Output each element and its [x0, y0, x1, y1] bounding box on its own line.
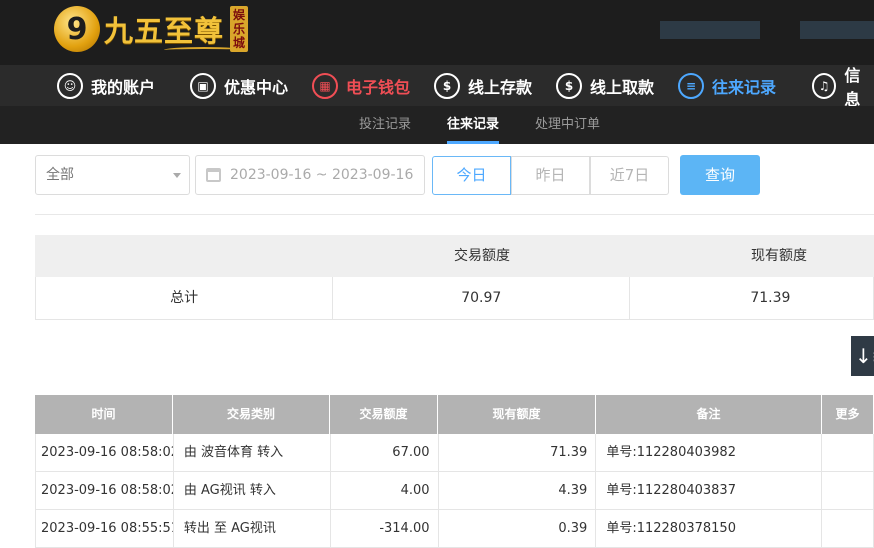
- main-nav: ☺ 我的账户 ▣ 优惠中心 ▦ 电子钱包 $ 线上存款 $ 线上取款 ≡ 往来记…: [0, 65, 874, 109]
- cell-amount: 4.00: [331, 472, 439, 509]
- summary-trade-amount: 70.97: [333, 277, 631, 319]
- nav-label: 往来记录: [712, 77, 777, 97]
- nav-item-withdraw[interactable]: $ 线上取款: [556, 65, 654, 106]
- query-button[interactable]: 查询: [680, 155, 760, 195]
- cell-type: 转出 至 AG视讯: [174, 510, 331, 547]
- nav-item-messages[interactable]: ♫ 信息: [812, 65, 874, 109]
- column-header: 交易类别: [173, 395, 330, 434]
- cell-balance: 4.39: [439, 472, 597, 509]
- date-range-value: 2023-09-16 ~ 2023-09-16: [230, 167, 414, 183]
- tab-bet-records[interactable]: 投注记录: [359, 106, 411, 144]
- transaction-table-header: 时间 交易类别 交易额度 现有额度 备注 更多: [35, 395, 874, 434]
- cell-balance: 71.39: [439, 434, 597, 471]
- column-header: 备注: [596, 395, 822, 434]
- cell-balance: 0.39: [439, 510, 597, 547]
- cell-note: 单号:112280378150: [596, 510, 823, 547]
- nav-label: 电子钱包: [346, 77, 411, 97]
- tab-transaction-records[interactable]: 往来记录: [447, 106, 500, 144]
- bell-icon: ♫: [812, 72, 837, 99]
- logo-text: 九五至尊: [104, 14, 225, 48]
- nav-label: 线上存款: [468, 77, 533, 97]
- nav-item-account[interactable]: ☺ 我的账户: [57, 65, 155, 106]
- type-select-value: 全部: [46, 167, 74, 183]
- summary-total-label: 总计: [36, 277, 334, 319]
- nav-label: 我的账户: [91, 77, 156, 97]
- blurred-balance-info: [800, 21, 874, 39]
- quick-7days-button[interactable]: 近7日: [590, 156, 669, 195]
- gift-icon: ▣: [190, 72, 216, 99]
- nav-item-deposit[interactable]: $ 线上存款: [434, 65, 532, 106]
- column-header: 现有额度: [438, 395, 596, 434]
- records-icon: ≡: [678, 72, 704, 99]
- nav-item-records[interactable]: ≡ 往来记录: [678, 65, 776, 106]
- summary-header-cell: 交易额度: [454, 248, 510, 264]
- cell-more[interactable]: [822, 434, 874, 471]
- cell-note: 单号:112280403837: [596, 472, 823, 509]
- user-icon: ☺: [57, 72, 83, 99]
- cell-time: 2023-09-16 08:58:02: [36, 434, 174, 471]
- logo-badge: 娱乐城: [230, 6, 249, 52]
- column-header: 时间: [35, 395, 173, 434]
- quick-yesterday-button[interactable]: 昨日: [511, 156, 590, 195]
- cell-note: 单号:112280403982: [596, 434, 823, 471]
- cell-more[interactable]: [822, 510, 874, 547]
- summary-header-cell: 现有额度: [751, 248, 807, 264]
- blurred-user-info: [660, 21, 760, 39]
- logo-mark-icon: 9: [54, 6, 100, 52]
- nav-label: 信息: [844, 65, 861, 109]
- calendar-icon: [206, 168, 221, 182]
- table-row: 2023-09-16 08:58:02 由 波音体育 转入 67.00 71.3…: [35, 434, 874, 472]
- cell-amount: -314.00: [331, 510, 439, 547]
- summary-header-cell: [35, 235, 333, 277]
- sub-nav: 投注记录 往来记录 处理中订单: [0, 106, 874, 144]
- quick-today-button[interactable]: 今日: [432, 156, 511, 195]
- cell-amount: 67.00: [331, 434, 439, 471]
- withdraw-icon: $: [556, 72, 582, 99]
- tab-pending-orders[interactable]: 处理中订单: [535, 106, 600, 144]
- nav-item-promotions[interactable]: ▣ 优惠中心: [190, 65, 288, 106]
- chevron-down-icon: [173, 173, 181, 178]
- logo-swoosh: [164, 47, 244, 53]
- cell-type: 由 AG视讯 转入: [174, 472, 331, 509]
- column-header: 交易额度: [330, 395, 438, 434]
- nav-item-wallet[interactable]: ▦ 电子钱包: [312, 65, 410, 106]
- table-row: 2023-09-16 08:55:51 转出 至 AG视讯 -314.00 0.…: [35, 510, 874, 548]
- cell-time: 2023-09-16 08:55:51: [36, 510, 174, 547]
- type-select[interactable]: 全部: [35, 155, 190, 195]
- summary-header: 交易额度 现有额度: [35, 235, 874, 277]
- nav-label: 线上取款: [590, 77, 655, 97]
- transaction-table: 时间 交易类别 交易额度 现有额度 备注 更多 2023-09-16 08:58…: [35, 395, 874, 548]
- nav-label: 优惠中心: [224, 77, 289, 97]
- cell-time: 2023-09-16 08:58:02: [36, 472, 174, 509]
- table-row: 2023-09-16 08:58:02 由 AG视讯 转入 4.00 4.39 …: [35, 472, 874, 510]
- date-range-input[interactable]: 2023-09-16 ~ 2023-09-16: [195, 155, 425, 195]
- summary-current-amount: 71.39: [750, 290, 791, 306]
- summary-table: 交易额度 现有额度 总计 70.97 71.39: [35, 235, 874, 320]
- cell-type: 由 波音体育 转入: [174, 434, 331, 471]
- cell-more[interactable]: [822, 472, 874, 509]
- top-header: 9 九五至尊 娱乐城: [0, 0, 874, 65]
- divider: [35, 214, 874, 215]
- column-header: 更多: [822, 395, 874, 434]
- site-logo[interactable]: 9 九五至尊 娱乐城: [54, 3, 249, 55]
- sort-icon[interactable]: ↓≡: [851, 336, 874, 376]
- deposit-icon: $: [434, 72, 460, 99]
- wallet-icon: ▦: [312, 72, 338, 99]
- summary-row: 总计 70.97 71.39: [35, 277, 874, 320]
